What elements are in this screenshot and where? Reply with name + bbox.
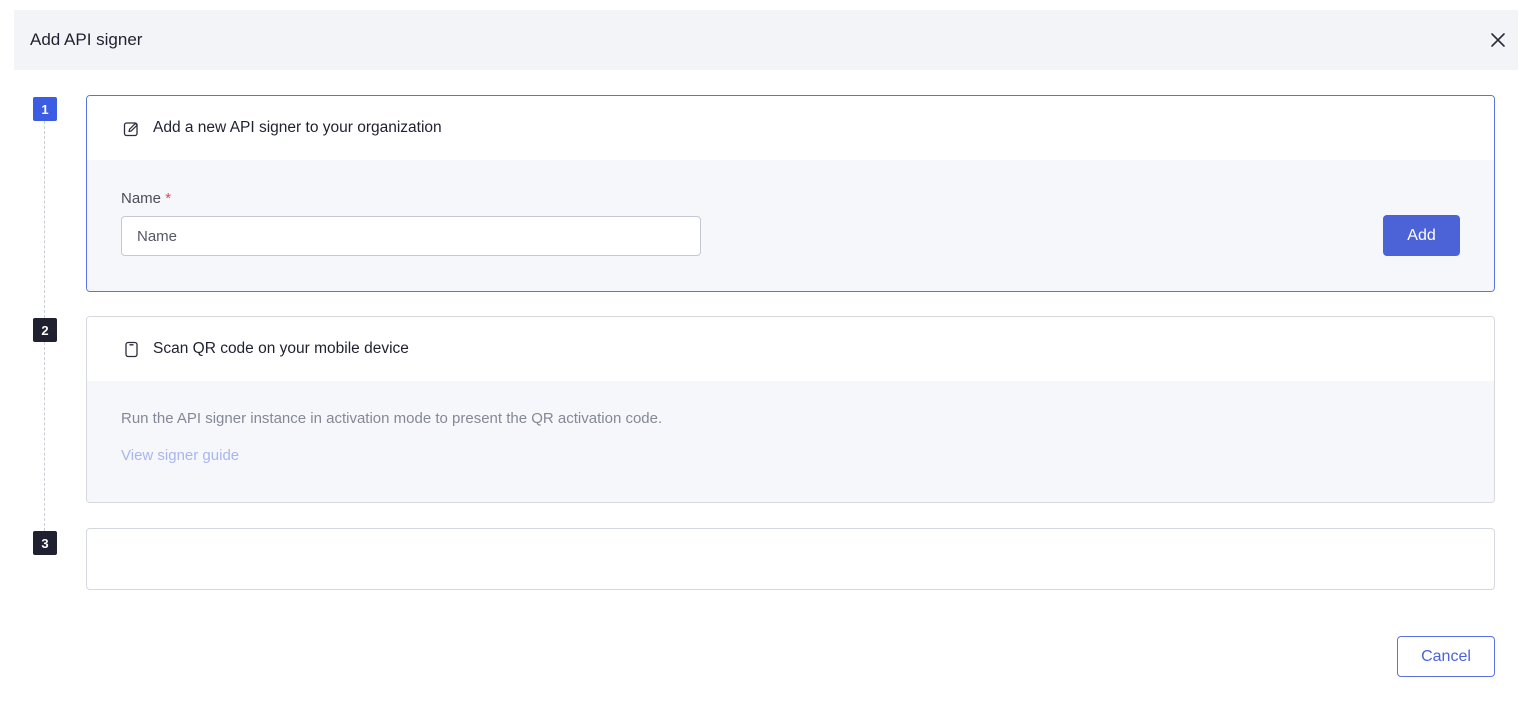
step-1-header: Add a new API signer to your organizatio… [87, 96, 1494, 160]
add-button[interactable]: Add [1383, 215, 1460, 256]
edit-square-icon [123, 119, 141, 137]
step-2-header: Scan QR code on your mobile device [87, 317, 1494, 381]
step-2-title: Scan QR code on your mobile device [153, 340, 409, 357]
step-2-description: Run the API signer instance in activatio… [121, 410, 663, 427]
dialog-header: Add API signer [14, 10, 1518, 70]
close-button[interactable] [1483, 27, 1513, 53]
step-connector [44, 121, 45, 318]
step-connector [44, 342, 45, 531]
view-signer-guide-link[interactable]: View signer guide [121, 447, 239, 464]
name-field-label: Name * [121, 190, 171, 207]
required-marker: * [165, 190, 172, 207]
dialog-title: Add API signer [30, 30, 143, 49]
step-2-body: Run the API signer instance in activatio… [87, 381, 1494, 502]
step-2-card: Scan QR code on your mobile device Run t… [86, 316, 1495, 503]
step-badge-1: 1 [33, 97, 57, 121]
step-3-card [86, 528, 1495, 590]
close-icon [1491, 33, 1505, 47]
step-1-card: Add a new API signer to your organizatio… [86, 95, 1495, 292]
step-1-body: Name * Add [87, 160, 1494, 291]
name-label-text: Name [121, 190, 162, 207]
step-1-title: Add a new API signer to your organizatio… [153, 119, 442, 136]
step-badge-2: 2 [33, 318, 57, 342]
step-badge-3: 3 [33, 531, 57, 555]
cancel-button[interactable]: Cancel [1397, 636, 1495, 677]
name-input[interactable] [121, 216, 701, 256]
mobile-device-icon [123, 340, 141, 358]
